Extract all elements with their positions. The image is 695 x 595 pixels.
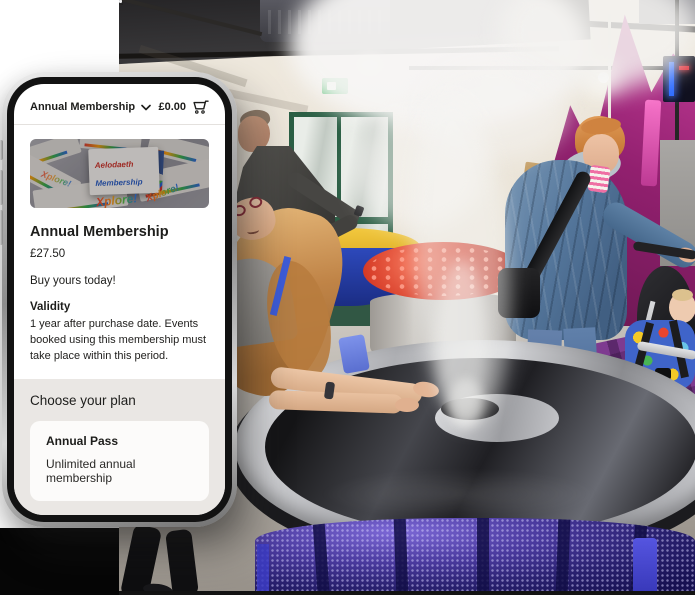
shop-header: Annual Membership £0.00	[14, 84, 225, 124]
plan-description: Unlimited annual membership	[46, 457, 193, 485]
table-mesh-base	[255, 518, 695, 595]
phone-mockup: Annual Membership £0.00 X	[2, 72, 237, 527]
bottom-left-black-panel	[0, 528, 119, 595]
cart-button[interactable]: £0.00	[158, 100, 209, 114]
validity-text: 1 year after purchase date. Events booke…	[30, 317, 209, 365]
cart-total: £0.00	[158, 101, 186, 113]
product-tagline: Buy yours today!	[30, 275, 209, 287]
image-dim-overlay	[30, 139, 209, 209]
base-strut	[477, 518, 489, 595]
neon-tube	[679, 66, 689, 70]
cart-icon	[192, 100, 209, 114]
phone-screen: Annual Membership £0.00 X	[14, 84, 225, 515]
glasses-lens	[248, 195, 263, 209]
product-title: Annual Membership	[30, 224, 209, 240]
table-reflection	[319, 468, 599, 520]
phone-volume-down-button	[0, 210, 3, 245]
chevron-down-icon	[141, 104, 151, 111]
product-price: £27.50	[30, 248, 209, 260]
plan-name: Annual Pass	[46, 434, 193, 448]
plan-section-title: Choose your plan	[30, 393, 209, 408]
girl-hand	[395, 398, 419, 412]
product-selector-label: Annual Membership	[30, 101, 135, 113]
product-image: Xplore! Aelodaeth Membership Xplore! Xpl…	[30, 139, 209, 209]
phone-bezel: Annual Membership £0.00 X	[7, 77, 232, 522]
page: Annual Membership £0.00 X	[0, 0, 695, 595]
base-blue-frame	[633, 538, 657, 595]
plan-option-annual-pass[interactable]: Annual Pass Unlimited annual membership	[30, 421, 209, 501]
photo-bottom-edge	[119, 591, 695, 595]
rivet	[119, 0, 122, 3]
plan-section: Choose your plan Annual Pass Unlimited a…	[14, 379, 225, 515]
smoke-wisp	[449, 378, 483, 428]
header-divider	[14, 124, 225, 125]
product-selector[interactable]: Annual Membership	[30, 101, 151, 113]
base-blue-frame	[257, 544, 269, 595]
pink-scarf	[587, 165, 610, 194]
baby-hair	[672, 289, 693, 301]
phone-power-button	[0, 140, 3, 160]
validity-label: Validity	[30, 301, 209, 313]
phone-volume-up-button	[0, 170, 3, 205]
